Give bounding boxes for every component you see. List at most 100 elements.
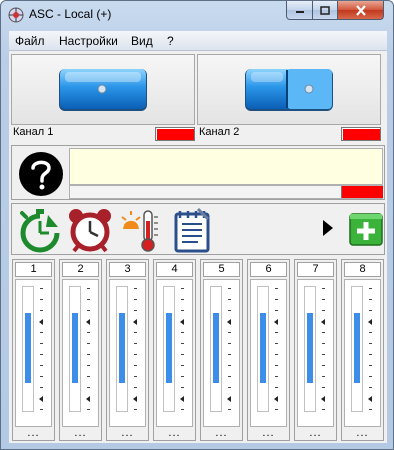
scale-tick	[322, 387, 325, 388]
fader-slider[interactable]	[351, 286, 363, 412]
fader-slider[interactable]	[22, 286, 34, 412]
level-marker-icon	[86, 319, 90, 325]
scale-tick	[40, 299, 43, 300]
scale-tick	[322, 409, 325, 410]
scale-tick	[275, 343, 278, 344]
channel-2-button[interactable]	[197, 54, 381, 125]
strip-number: 1	[15, 262, 52, 277]
strip-fader-area	[250, 279, 287, 427]
scale-tick	[87, 387, 90, 388]
scale-tick	[228, 288, 231, 289]
temperature-alarm-icon[interactable]	[118, 207, 166, 253]
level-marker-icon	[227, 319, 231, 325]
scale-tick	[40, 365, 43, 366]
scale-tick	[87, 365, 90, 366]
menu-view[interactable]: Вид	[131, 34, 153, 48]
triangle-right-icon[interactable]	[321, 219, 335, 237]
scale-tick	[134, 365, 137, 366]
fader-level-fill	[119, 313, 125, 383]
strip-options-button[interactable]: ...	[295, 428, 336, 439]
strip-number: 5	[203, 262, 240, 277]
strip-options-button[interactable]: ...	[107, 428, 148, 439]
app-window: ASC - Local (+) Файл Настройки Вид ? Кан…	[0, 0, 394, 450]
scale-tick	[181, 288, 184, 289]
scale-tick	[134, 387, 137, 388]
scale-tick	[87, 299, 90, 300]
maximize-button[interactable]	[312, 1, 338, 20]
scale-tick	[228, 387, 231, 388]
scale-tick	[181, 387, 184, 388]
scale-tick	[181, 365, 184, 366]
scale-tick	[228, 332, 231, 333]
scale-tick	[322, 376, 325, 377]
fader-strips: 1... 2... 3... 4... 5... 6... 7... 8...	[12, 259, 386, 441]
channel-strip-8: 8...	[341, 259, 384, 441]
channel-1-button[interactable]	[11, 54, 195, 125]
scale-tick	[228, 376, 231, 377]
scale-tick	[87, 332, 90, 333]
channel-strip-6: 6...	[247, 259, 290, 441]
level-marker-icon	[368, 396, 372, 402]
alarm-clock-icon[interactable]	[66, 207, 114, 253]
scale-tick	[275, 387, 278, 388]
scale-tick	[275, 354, 278, 355]
fader-slider[interactable]	[257, 286, 269, 412]
question-icon[interactable]	[18, 151, 64, 197]
strip-fader-area	[109, 279, 146, 427]
fader-slider[interactable]	[163, 286, 175, 412]
scale-tick	[87, 310, 90, 311]
level-marker-icon	[274, 319, 278, 325]
menu-help[interactable]: ?	[167, 34, 174, 48]
scale-tick	[369, 387, 372, 388]
scale-tick	[275, 365, 278, 366]
level-marker-icon	[180, 319, 184, 325]
notepad-icon[interactable]	[168, 207, 216, 253]
main-panel: Канал 1 Канал 2 1 ... 2 ... 3 ... 4 ... …	[9, 51, 387, 443]
strip-fader-area	[203, 279, 240, 427]
scale-tick	[134, 332, 137, 333]
level-marker-icon	[321, 396, 325, 402]
scale-tick	[40, 310, 43, 311]
strip-options-button[interactable]: ...	[201, 428, 242, 439]
scale-tick	[369, 376, 372, 377]
scale-tick	[40, 387, 43, 388]
level-marker-icon	[321, 319, 325, 325]
fader-slider[interactable]	[304, 286, 316, 412]
strip-number: 2	[62, 262, 99, 277]
strip-options-button[interactable]: ...	[342, 428, 383, 439]
fader-slider[interactable]	[116, 286, 128, 412]
channel-strip-7: 7...	[294, 259, 337, 441]
menu-file[interactable]: Файл	[15, 34, 45, 48]
strip-options-button[interactable]: ...	[248, 428, 289, 439]
scale-tick	[369, 332, 372, 333]
scale-tick	[181, 409, 184, 410]
scale-tick	[87, 288, 90, 289]
scale-tick	[181, 343, 184, 344]
scale-tick	[369, 310, 372, 311]
level-marker-icon	[39, 396, 43, 402]
title-bar[interactable]: ASC - Local (+)	[1, 1, 393, 29]
strip-options-button[interactable]: ...	[154, 428, 195, 439]
fader-slider[interactable]	[210, 286, 222, 412]
strip-number: 4	[156, 262, 193, 277]
minimize-button[interactable]	[286, 1, 313, 20]
toolbar	[11, 203, 385, 255]
fader-level-fill	[260, 313, 266, 383]
scale-tick	[134, 354, 137, 355]
scale-tick	[275, 376, 278, 377]
menu-settings[interactable]: Настройки	[59, 34, 118, 48]
fader-slider[interactable]	[69, 286, 81, 412]
fader-level-fill	[213, 313, 219, 383]
scale-tick	[369, 365, 372, 366]
strip-options-button[interactable]: ...	[60, 428, 101, 439]
channel-strip-3: 3...	[106, 259, 149, 441]
scale-tick	[322, 310, 325, 311]
close-button[interactable]	[337, 1, 384, 20]
strip-fader-area	[156, 279, 193, 427]
strip-options-button[interactable]: ...	[13, 428, 54, 439]
add-icon[interactable]	[348, 211, 384, 247]
channel-2-status-indicator	[341, 127, 381, 141]
stopwatch-icon[interactable]	[16, 207, 64, 253]
level-marker-icon	[180, 396, 184, 402]
scale-tick	[181, 299, 184, 300]
